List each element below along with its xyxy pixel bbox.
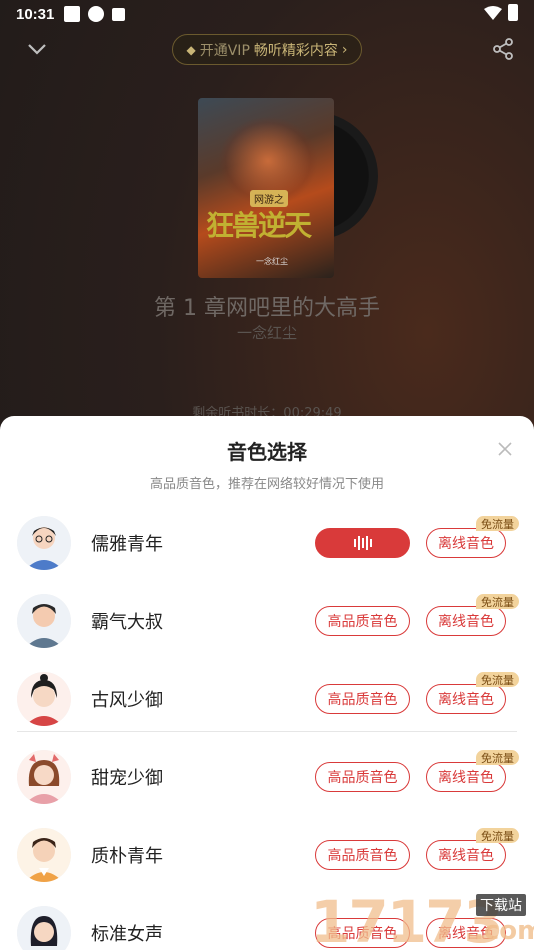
sheet-title: 音色选择	[227, 440, 307, 464]
diamond-icon: ◆	[186, 42, 196, 57]
free-data-badge: 免流量	[476, 672, 519, 687]
list-item[interactable]: 甜宠少御 高品质音色 离线音色 免流量	[0, 734, 534, 812]
offline-voice-button[interactable]: 离线音色	[426, 684, 506, 714]
vip-arrow: ›	[341, 41, 348, 58]
notification-icon	[64, 6, 81, 22]
voice-name: 古风少御	[91, 690, 163, 711]
vip-banner-button[interactable]: ◆ 开通VIP 畅听精彩内容 ›	[172, 34, 362, 65]
hq-voice-button[interactable]	[315, 528, 410, 558]
avatar	[17, 750, 71, 804]
avatar	[17, 672, 71, 726]
list-item[interactable]: 儒雅青年 离线音色 免流量	[0, 500, 534, 578]
list-item[interactable]: 古风少御 高品质音色 离线音色 免流量	[0, 656, 534, 734]
vip-prefix: 开通VIP	[199, 42, 250, 59]
app-icon	[88, 6, 105, 22]
voice-name: 质朴青年	[91, 846, 163, 867]
chapter-title: 第 1 章网吧里的大高手	[154, 296, 380, 321]
offline-voice-button[interactable]: 离线音色	[426, 840, 506, 870]
top-nav: ◆ 开通VIP 畅听精彩内容 ›	[0, 34, 534, 66]
voice-name: 霸气大叔	[91, 612, 163, 633]
cover-title: 狂兽逆天	[206, 209, 312, 242]
playing-wave-icon	[353, 536, 372, 550]
cover-author: 一念红尘	[256, 257, 288, 266]
font-icon	[112, 7, 126, 21]
watermark-com: .com	[474, 916, 534, 946]
free-data-badge: 免流量	[476, 828, 519, 843]
hq-voice-button[interactable]: 高品质音色	[315, 684, 410, 714]
voice-name: 甜宠少御	[91, 768, 163, 789]
hq-voice-button[interactable]: 高品质音色	[315, 606, 410, 636]
close-icon[interactable]	[498, 442, 512, 456]
status-bar: 10:31	[0, 0, 534, 28]
wifi-icon	[484, 5, 502, 20]
sheet-subtitle: 高品质音色，推荐在网络较好情况下使用	[149, 477, 384, 492]
list-item[interactable]: 质朴青年 高品质音色 离线音色 免流量	[0, 812, 534, 890]
avatar	[17, 828, 71, 882]
divider	[17, 731, 517, 732]
share-icon[interactable]	[492, 38, 514, 60]
list-item[interactable]: 霸气大叔 高品质音色 离线音色 免流量	[0, 578, 534, 656]
battery-icon	[508, 4, 518, 21]
vip-text: 畅听精彩内容	[253, 42, 338, 59]
free-data-badge: 免流量	[476, 750, 519, 765]
album-art: 网游之 狂兽逆天 一念红尘	[198, 98, 378, 280]
offline-voice-button[interactable]: 离线音色	[426, 762, 506, 792]
voice-name: 标准女声	[91, 924, 163, 945]
avatar	[17, 906, 71, 950]
site-watermark: 17173 下载站 .com	[310, 880, 534, 950]
hq-voice-button[interactable]: 高品质音色	[315, 762, 410, 792]
book-cover: 网游之 狂兽逆天 一念红尘	[198, 98, 334, 278]
avatar	[17, 594, 71, 648]
status-time: 10:31	[16, 5, 55, 23]
free-data-badge: 免流量	[476, 516, 519, 531]
free-data-badge: 免流量	[476, 594, 519, 609]
watermark-site: 下载站	[476, 894, 526, 916]
avatar	[17, 516, 71, 570]
offline-voice-button[interactable]: 离线音色	[426, 528, 506, 558]
chevron-down-icon[interactable]	[26, 38, 48, 60]
voice-name: 儒雅青年	[91, 534, 163, 555]
hq-voice-button[interactable]: 高品质音色	[315, 840, 410, 870]
offline-voice-button[interactable]: 离线音色	[426, 606, 506, 636]
chapter-author: 一念红尘	[236, 324, 297, 342]
